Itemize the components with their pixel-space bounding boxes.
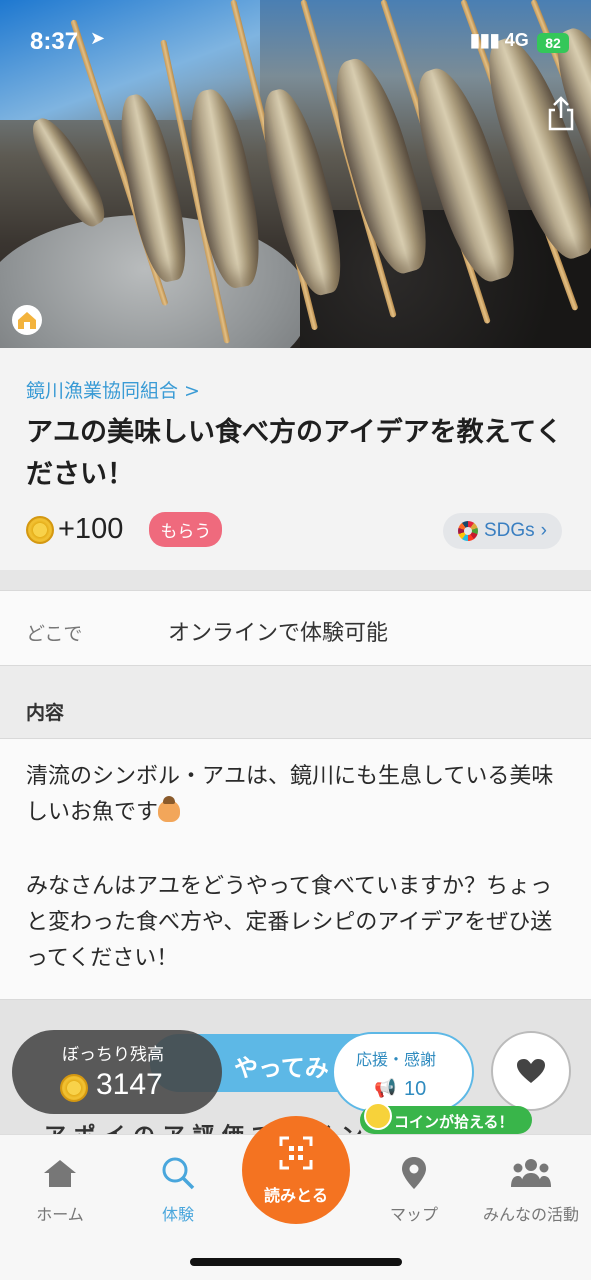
description: 清流のシンボル・アユは、鏡川にも生息している美味しいお魚です みなさんはアユをど… <box>0 738 591 1000</box>
tab-map[interactable]: マップ <box>364 1153 464 1225</box>
tab-activity[interactable]: みんなの活動 <box>474 1153 588 1225</box>
tab-label: 体験 <box>161 1205 194 1224</box>
post-header: 鏡川漁業協同組合 > アユの美味しい食べ方のアイデアを教えてください！ +100… <box>0 348 591 570</box>
coin-icon <box>364 1102 392 1130</box>
tab-label: ホーム <box>36 1205 84 1224</box>
scan-button[interactable]: 読みとる <box>242 1116 350 1224</box>
grilled-fish <box>22 111 114 233</box>
location-arrow-icon: ➤ <box>90 28 106 49</box>
coin-icon <box>60 1074 88 1102</box>
coin-icon <box>26 515 54 544</box>
tab-experience[interactable]: 体験 <box>128 1153 228 1225</box>
where-label: どこで <box>26 623 83 645</box>
where-value: オンラインで体験可能 <box>168 621 389 646</box>
balance-label: ぼっちり残高 <box>62 1045 164 1065</box>
sdgs-wheel-icon <box>457 521 478 541</box>
favorite-button[interactable] <box>491 1031 571 1111</box>
status-signal: ▮▮▮ 4G <box>470 30 529 50</box>
tab-label: マップ <box>389 1205 438 1224</box>
description-paragraph: みなさんはアユをどうやって食べていますか？ちょっと変わった食べ方や、定番レシピの… <box>26 874 553 971</box>
home-icon <box>44 1160 76 1187</box>
status-bar: 8:37 ➤ ▮▮▮ 4G 82 <box>0 0 591 80</box>
tab-home[interactable]: ホーム <box>10 1153 110 1225</box>
home-badge-icon <box>12 305 42 335</box>
coin-pickup-badge: コインが拾える！ <box>360 1102 532 1134</box>
balance-value: 3147 <box>96 1068 163 1101</box>
try-it-label: やってみ <box>234 1054 329 1082</box>
content-heading: 内容 <box>0 666 591 738</box>
tab-label: みんなの活動 <box>482 1205 579 1224</box>
content-heading-text: 内容 <box>26 702 65 724</box>
support-button[interactable]: 応援・感謝 📢 10 <box>332 1032 474 1112</box>
map-pin-icon <box>402 1157 426 1189</box>
heart-icon <box>517 1059 545 1083</box>
where-row: どこで オンラインで体験可能 <box>0 590 591 666</box>
reward-row: +100 もらう <box>26 512 223 547</box>
megaphone-icon: 📢 <box>374 1078 397 1099</box>
battery-indicator: 82 <box>537 33 569 53</box>
section-divider <box>0 570 591 590</box>
scan-label: 読みとる <box>263 1186 328 1205</box>
page-title: アユの美味しい食べ方のアイデアを教えてください！ <box>26 417 563 490</box>
people-icon <box>511 1159 551 1187</box>
balance-widget: ぼっちり残高 3147 <box>12 1030 222 1114</box>
organizer-link[interactable]: 鏡川漁業協同組合 > <box>26 376 200 403</box>
sdgs-label: SDGs <box>483 520 535 541</box>
status-time: 8:37 <box>30 28 79 55</box>
reward-badge: もらう <box>149 512 223 547</box>
description-paragraph: 清流のシンボル・アユは、鏡川にも生息している美味しいお魚です <box>26 764 554 825</box>
support-count: 10 <box>404 1078 427 1100</box>
qr-scan-icon <box>279 1136 313 1170</box>
reward-value: +100 <box>58 513 124 545</box>
share-icon[interactable] <box>544 96 578 134</box>
chevron-right-icon: › <box>540 520 547 541</box>
support-label: 応援・感謝 <box>356 1050 437 1069</box>
person-raising-hand-icon <box>158 796 181 822</box>
search-icon <box>162 1157 195 1190</box>
home-indicator <box>190 1258 402 1266</box>
sdgs-button[interactable]: SDGs › <box>443 513 562 549</box>
coin-pickup-label: コインが拾える！ <box>394 1113 514 1131</box>
